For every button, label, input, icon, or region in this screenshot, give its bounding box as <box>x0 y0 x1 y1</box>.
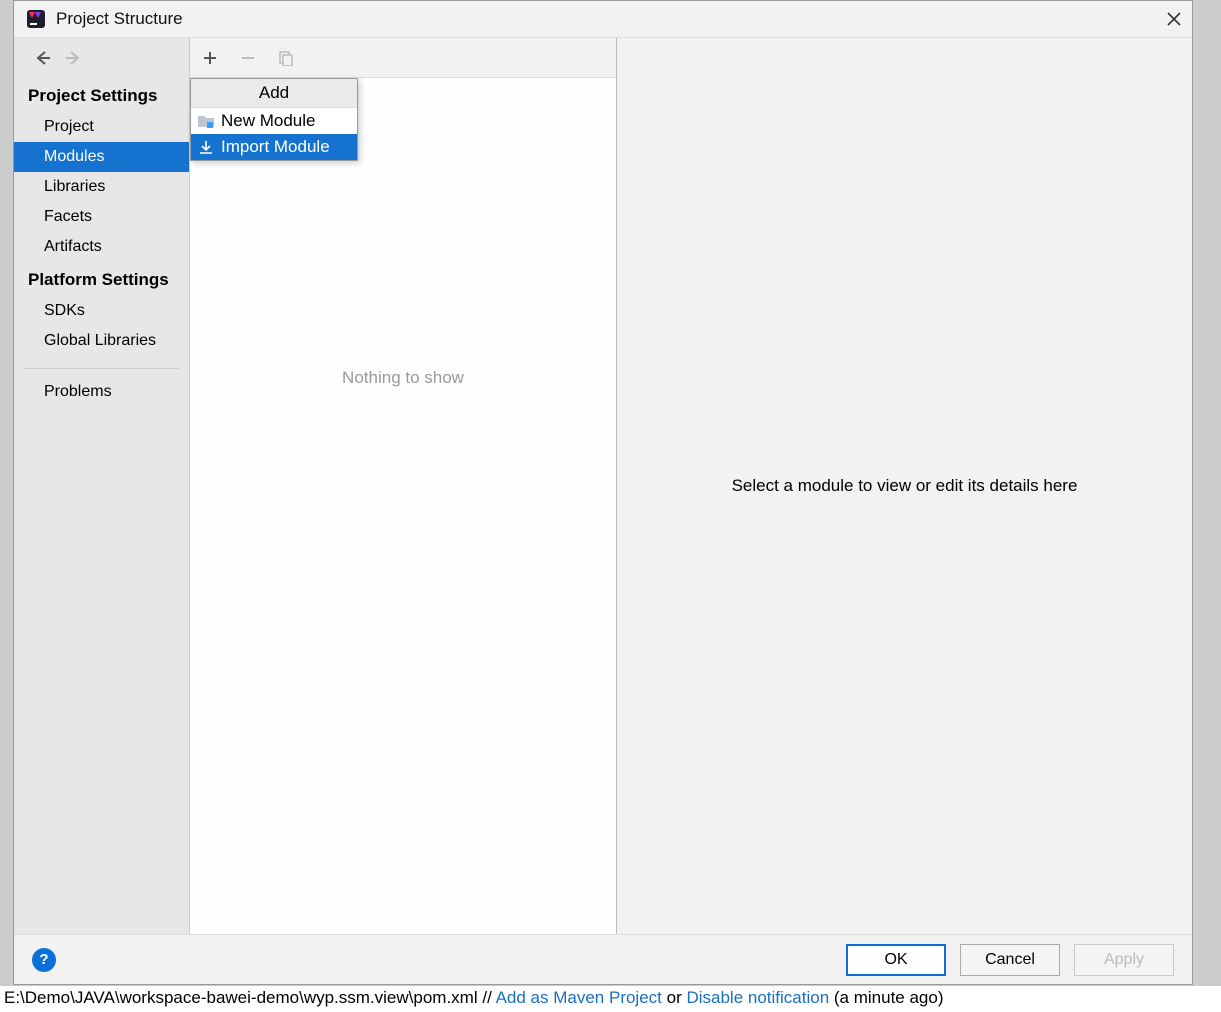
status-suffix: (a minute ago) <box>829 988 943 1007</box>
sidebar-item-libraries[interactable]: Libraries <box>14 172 189 202</box>
sidebar-item-sdks[interactable]: SDKs <box>14 296 189 326</box>
sidebar-item-project[interactable]: Project <box>14 112 189 142</box>
dialog-button-row: ? OK Cancel Apply <box>14 934 1192 984</box>
popup-item-new-module[interactable]: New Module <box>191 108 357 134</box>
sidebar-item-modules[interactable]: Modules <box>14 142 189 172</box>
section-header-project-settings: Project Settings <box>14 78 189 112</box>
ok-button[interactable]: OK <box>846 944 946 976</box>
forward-arrow-icon <box>64 48 84 68</box>
intellij-icon <box>26 9 46 29</box>
module-list-panel: Add New Module <box>190 38 617 934</box>
status-bar: E:\Demo\JAVA\workspace-bawei-demo\wyp.ss… <box>0 985 1221 1012</box>
remove-icon <box>238 48 258 68</box>
nav-arrows <box>14 38 189 78</box>
sidebar-divider <box>24 368 179 369</box>
popup-item-label: New Module <box>221 111 316 131</box>
help-icon[interactable]: ? <box>32 948 56 972</box>
module-list-empty-text: Nothing to show <box>190 78 616 934</box>
add-popup-menu: Add New Module <box>190 78 358 161</box>
titlebar: Project Structure <box>14 1 1192 37</box>
add-icon[interactable] <box>200 48 220 68</box>
close-icon[interactable] <box>1164 9 1184 29</box>
cancel-button[interactable]: Cancel <box>960 944 1060 976</box>
sidebar-item-global-libraries[interactable]: Global Libraries <box>14 326 189 356</box>
help-label: ? <box>39 951 48 968</box>
import-icon <box>197 138 215 156</box>
folder-module-icon <box>197 112 215 130</box>
popup-item-import-module[interactable]: Import Module <box>191 134 357 160</box>
popup-item-label: Import Module <box>221 137 330 157</box>
status-link-disable-notification[interactable]: Disable notification <box>686 988 829 1007</box>
detail-placeholder-text: Select a module to view or edit its deta… <box>732 476 1078 496</box>
project-structure-dialog: Project Structure Project Settings Proje… <box>13 0 1193 985</box>
module-toolbar <box>190 38 616 78</box>
copy-icon <box>276 48 296 68</box>
sidebar: Project Settings Project Modules Librari… <box>14 38 190 934</box>
add-popup-title: Add <box>191 79 357 108</box>
sidebar-item-problems[interactable]: Problems <box>14 377 189 407</box>
module-detail-panel: Select a module to view or edit its deta… <box>617 38 1192 934</box>
sidebar-item-artifacts[interactable]: Artifacts <box>14 232 189 262</box>
window-title: Project Structure <box>56 9 1164 29</box>
apply-button: Apply <box>1074 944 1174 976</box>
section-header-platform-settings: Platform Settings <box>14 262 189 296</box>
dialog-body: Project Settings Project Modules Librari… <box>14 37 1192 934</box>
sidebar-item-facets[interactable]: Facets <box>14 202 189 232</box>
status-mid: or <box>662 988 687 1007</box>
status-link-add-maven[interactable]: Add as Maven Project <box>496 988 662 1007</box>
back-arrow-icon[interactable] <box>32 48 52 68</box>
status-path: E:\Demo\JAVA\workspace-bawei-demo\wyp.ss… <box>4 988 496 1007</box>
